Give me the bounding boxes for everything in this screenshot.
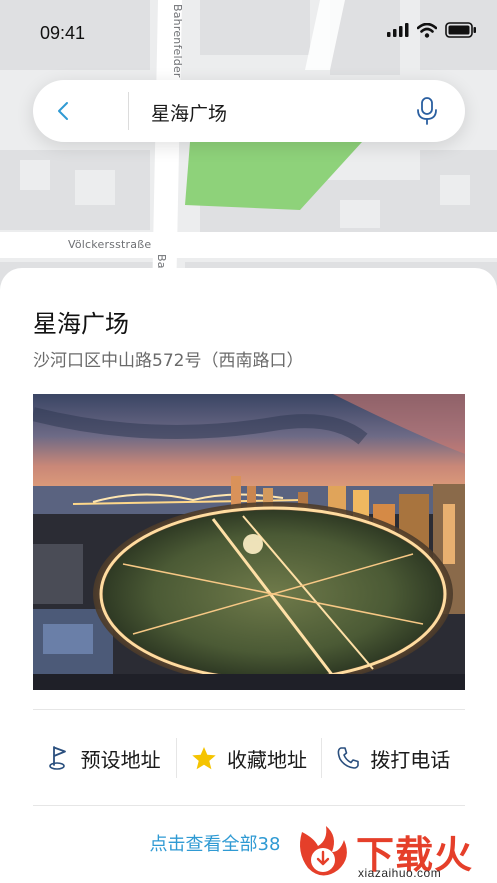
- place-detail-sheet: 星海广场 沙河口区中山路572号（西南路口） 预设地址 收藏地址 拨打电话 点击…: [0, 268, 497, 883]
- divider: [33, 805, 465, 806]
- search-divider: [128, 92, 129, 130]
- call-phone-button[interactable]: 拨打电话: [320, 738, 465, 778]
- microphone-icon[interactable]: [415, 97, 439, 125]
- favorite-address-button[interactable]: 收藏地址: [176, 738, 320, 778]
- divider: [33, 709, 465, 710]
- status-bar: 09:41: [0, 0, 497, 64]
- chevron-left-icon: [58, 102, 68, 120]
- place-photo[interactable]: [33, 394, 465, 690]
- search-bar: 星海广场: [33, 80, 465, 142]
- status-time: 09:41: [40, 23, 86, 43]
- action-label: 预设地址: [80, 747, 161, 772]
- star-icon: [192, 746, 216, 769]
- battery-icon: [445, 22, 476, 38]
- street-label: Ba: [155, 254, 168, 269]
- night-aerial-photo: [33, 394, 465, 690]
- flame-download-icon: [300, 826, 347, 876]
- back-button[interactable]: [51, 98, 75, 124]
- place-title: 星海广场: [33, 310, 129, 338]
- watermark: 下载火 xiazaihuo.com: [292, 822, 492, 882]
- place-address: 沙河口区中山路572号（西南路口）: [33, 351, 304, 371]
- watermark-url: xiazaihuo.com: [358, 866, 442, 880]
- action-label: 收藏地址: [226, 747, 307, 772]
- flag-icon: [48, 746, 66, 770]
- signal-icon: [387, 23, 409, 37]
- wifi-icon: [417, 22, 437, 38]
- action-bar: 预设地址 收藏地址 拨打电话: [33, 730, 465, 786]
- phone-icon: [337, 747, 360, 769]
- action-label: 拨打电话: [370, 747, 451, 772]
- street-label: Völckersstraße: [68, 238, 152, 251]
- preset-address-button[interactable]: 预设地址: [33, 738, 176, 778]
- search-input[interactable]: 星海广场: [151, 99, 227, 126]
